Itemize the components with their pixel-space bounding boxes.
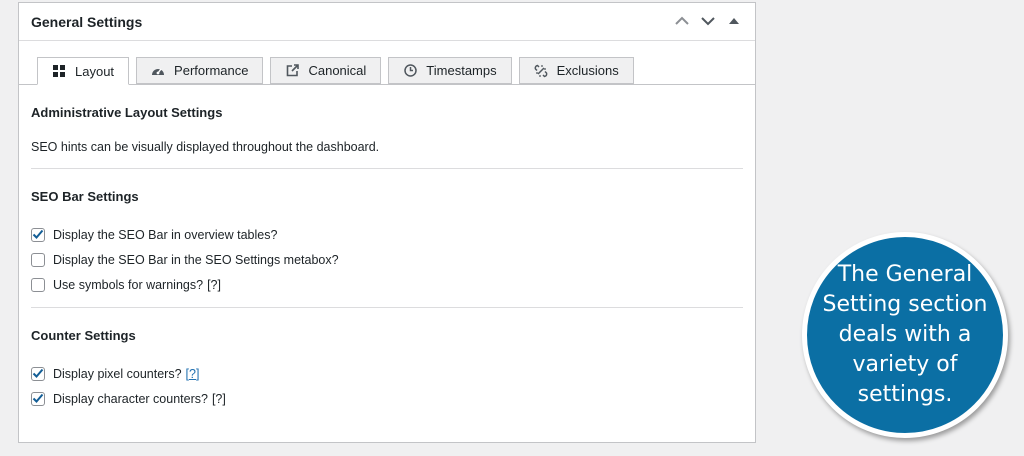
tab-performance[interactable]: Performance (136, 57, 264, 84)
checkbox-checked[interactable] (31, 391, 45, 406)
tab-canonical[interactable]: Canonical (270, 57, 382, 84)
admin-layout-description: SEO hints can be visually displayed thro… (31, 140, 380, 154)
help-link[interactable]: [?] (207, 278, 221, 292)
seo-bar-overview-option[interactable]: Display the SEO Bar in overview tables? (31, 222, 743, 247)
pixel-counters-option[interactable]: Display pixel counters? [?] (31, 361, 743, 386)
callout-text: The General Setting section deals with a… (822, 262, 988, 407)
option-label: Display pixel counters? (53, 366, 182, 381)
move-up-icon[interactable] (673, 12, 691, 30)
character-counters-option[interactable]: Display character counters? [?] (31, 386, 743, 411)
checkbox-checked[interactable] (31, 366, 45, 381)
grid-icon (52, 64, 66, 78)
clock-icon (403, 64, 417, 78)
panel-title: General Settings (31, 13, 143, 30)
warning-symbols-option[interactable]: Use symbols for warnings? [?] (31, 272, 743, 297)
admin-layout-heading: Administrative Layout Settings (31, 105, 223, 120)
panel-controls (673, 12, 743, 30)
callout-bubble: The General Setting section deals with a… (802, 232, 1008, 438)
checkbox-unchecked[interactable] (31, 277, 45, 292)
counter-heading: Counter Settings (31, 328, 136, 343)
collapse-toggle-icon[interactable] (725, 12, 743, 30)
option-label: Use symbols for warnings? (53, 277, 204, 292)
seo-bar-heading: SEO Bar Settings (31, 189, 139, 204)
option-label: Display the SEO Bar in the SEO Settings … (53, 252, 339, 267)
tab-label: Canonical (308, 63, 367, 78)
external-link-icon (285, 64, 299, 78)
tab-timestamps[interactable]: Timestamps (388, 57, 512, 84)
move-down-icon[interactable] (699, 12, 717, 30)
tab-label: Timestamps (426, 63, 497, 78)
broken-link-icon (534, 64, 548, 78)
tab-label: Exclusions (556, 63, 619, 78)
tab-content: Administrative Layout Settings SEO hints… (19, 85, 755, 411)
help-link[interactable]: [?] (186, 367, 200, 381)
tab-bar: Layout Performance Canonical Timestamps (19, 41, 755, 85)
help-link[interactable]: [?] (212, 392, 226, 406)
tab-layout[interactable]: Layout (37, 57, 130, 85)
checkbox-unchecked[interactable] (31, 252, 45, 267)
tab-exclusions[interactable]: Exclusions (518, 57, 634, 84)
seo-bar-metabox-option[interactable]: Display the SEO Bar in the SEO Settings … (31, 247, 743, 272)
general-settings-panel: General Settings Layout Performance Cano… (18, 2, 756, 443)
panel-header: General Settings (19, 3, 755, 41)
tab-label: Layout (75, 63, 115, 79)
dashboard-icon (151, 64, 165, 78)
option-label: Display the SEO Bar in overview tables? (53, 227, 278, 242)
checkbox-checked[interactable] (31, 227, 45, 242)
option-label: Display character counters? (53, 391, 208, 406)
tab-label: Performance (174, 63, 249, 78)
